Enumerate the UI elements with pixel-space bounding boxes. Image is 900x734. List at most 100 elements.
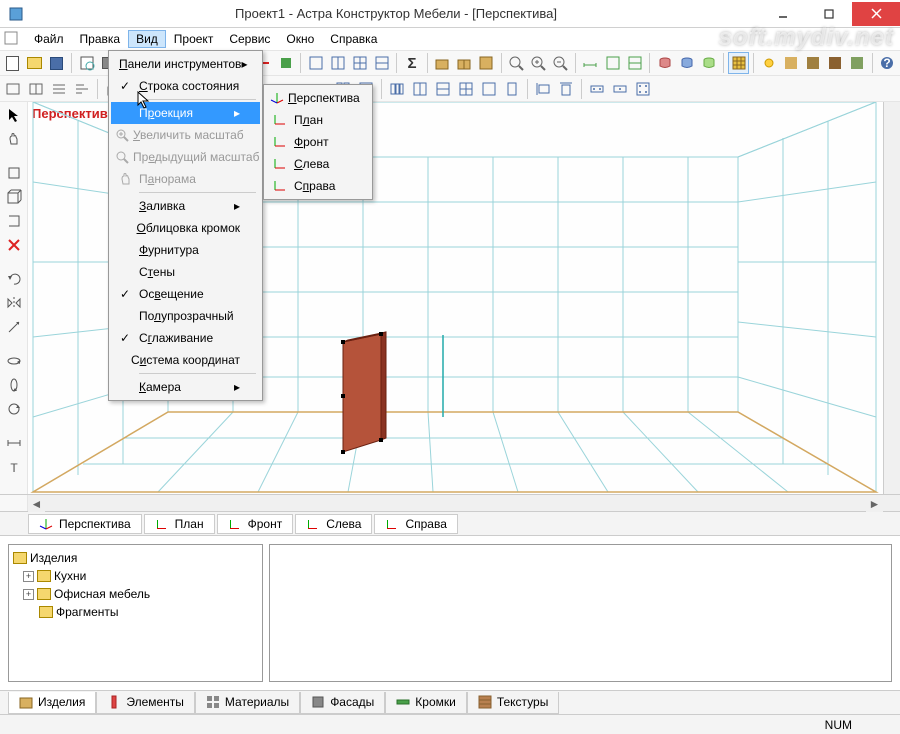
rotate-z-tool[interactable] [3, 398, 25, 420]
grid-toggle[interactable] [728, 52, 749, 74]
tab-plan[interactable]: План [144, 514, 215, 534]
dd-smoothing[interactable]: ✓Сглаживание [111, 327, 260, 349]
dim-3[interactable] [624, 52, 645, 74]
tree-panel[interactable]: Изделия + Кухни + Офисная мебель Фрагмен… [8, 544, 263, 682]
tree-node-2[interactable]: + Офисная мебель [13, 585, 258, 603]
menu-view[interactable]: Вид [128, 30, 166, 48]
mdi-icon[interactable] [4, 31, 20, 47]
hand-tool[interactable] [3, 128, 25, 150]
dd-coord[interactable]: Система координат [111, 349, 260, 371]
db-2[interactable] [676, 52, 697, 74]
dd-statusbar[interactable]: ✓Строка состояния [111, 75, 260, 97]
horizontal-scrollbar[interactable]: ◄ ► [0, 494, 900, 511]
scroll-right[interactable]: ► [866, 495, 883, 512]
tab-right[interactable]: Справа [374, 514, 457, 534]
dd-camera[interactable]: Камера▸ [111, 376, 260, 398]
align-5[interactable] [432, 78, 454, 100]
align-6[interactable] [455, 78, 477, 100]
tab-edges[interactable]: Кромки [385, 692, 467, 714]
menu-file[interactable]: Файл [26, 30, 72, 48]
sigma-button[interactable]: Σ [401, 52, 422, 74]
pkg-2[interactable] [454, 52, 475, 74]
tree-node-1[interactable]: + Кухни [13, 567, 258, 585]
sub-plan[interactable]: План [266, 109, 370, 131]
dd-prev-zoom[interactable]: Предыдущий масштаб [111, 146, 260, 168]
minimize-button[interactable] [760, 2, 806, 26]
layout-2[interactable] [327, 52, 348, 74]
dd-projection[interactable]: Проекция▸ [111, 102, 260, 124]
tb2-4[interactable] [71, 78, 93, 100]
tab-elements[interactable]: Элементы [96, 692, 195, 714]
layout-3[interactable] [349, 52, 370, 74]
print-preview-button[interactable] [76, 52, 97, 74]
dim-2[interactable] [602, 52, 623, 74]
sub-perspective[interactable]: Перспектива [266, 87, 370, 109]
tab-perspective[interactable]: Перспектива [28, 514, 142, 534]
menu-project[interactable]: Проект [166, 30, 222, 48]
align-3[interactable] [386, 78, 408, 100]
dd-lighting[interactable]: ✓Освещение [111, 283, 260, 305]
tool-b[interactable] [275, 52, 296, 74]
dd-edges[interactable]: Облицовка кромок [111, 217, 260, 239]
rotate-x-tool[interactable] [3, 350, 25, 372]
tab-materials[interactable]: Материалы [195, 692, 300, 714]
mat-4[interactable] [847, 52, 868, 74]
close-button[interactable] [852, 2, 900, 26]
sub-right[interactable]: Справа [266, 175, 370, 197]
align-13[interactable] [632, 78, 654, 100]
box-tool[interactable] [3, 186, 25, 208]
sub-left[interactable]: Слева [266, 153, 370, 175]
tb2-3[interactable] [48, 78, 70, 100]
cursor-tool[interactable] [3, 104, 25, 126]
align-9[interactable] [532, 78, 554, 100]
zoom-out-button[interactable] [550, 52, 571, 74]
scale-tool[interactable] [3, 316, 25, 338]
mirror-tool[interactable] [3, 292, 25, 314]
panel-object[interactable] [341, 332, 386, 454]
align-10[interactable] [555, 78, 577, 100]
sub-front[interactable]: Фронт [266, 131, 370, 153]
light-button[interactable] [758, 52, 779, 74]
zoom-in-button[interactable] [528, 52, 549, 74]
dd-toolbars[interactable]: Панели инструментов▸ [111, 53, 260, 75]
menu-help[interactable]: Справка [322, 30, 385, 48]
profile-tool[interactable] [3, 210, 25, 232]
pkg-3[interactable] [476, 52, 497, 74]
tab-front[interactable]: Фронт [217, 514, 294, 534]
layout-1[interactable] [305, 52, 326, 74]
tree-node-3[interactable]: Фрагменты [13, 603, 258, 621]
dd-fill[interactable]: Заливка▸ [111, 195, 260, 217]
dd-panorama[interactable]: Панорама [111, 168, 260, 190]
menu-window[interactable]: Окно [278, 30, 322, 48]
dd-hardware[interactable]: Фурнитура [111, 239, 260, 261]
mat-1[interactable] [781, 52, 802, 74]
menu-service[interactable]: Сервис [221, 30, 278, 48]
open-button[interactable] [24, 52, 45, 74]
tb2-1[interactable] [2, 78, 24, 100]
text-tool[interactable]: T [3, 456, 25, 478]
save-button[interactable] [46, 52, 67, 74]
layout-4[interactable] [371, 52, 392, 74]
expand-icon[interactable]: + [23, 589, 34, 600]
dd-zoom-in[interactable]: Увеличить масштаб [111, 124, 260, 146]
rotate-y-tool[interactable] [3, 374, 25, 396]
tree-root[interactable]: Изделия [13, 549, 258, 567]
panel-tool[interactable] [3, 162, 25, 184]
help-button[interactable]: ? [877, 52, 898, 74]
align-11[interactable] [586, 78, 608, 100]
tab-facades[interactable]: Фасады [300, 692, 385, 714]
dim-1[interactable] [580, 52, 601, 74]
db-1[interactable] [654, 52, 675, 74]
zoom-ext-button[interactable] [506, 52, 527, 74]
mat-2[interactable] [803, 52, 824, 74]
pkg-1[interactable] [431, 52, 452, 74]
expand-icon[interactable]: + [23, 571, 34, 582]
align-7[interactable] [478, 78, 500, 100]
measure-tool[interactable] [3, 432, 25, 454]
align-8[interactable] [501, 78, 523, 100]
new-file-button[interactable] [2, 52, 23, 74]
tab-textures[interactable]: Текстуры [467, 692, 560, 714]
delete-tool[interactable] [3, 234, 25, 256]
scroll-left[interactable]: ◄ [28, 495, 45, 512]
dd-walls[interactable]: Стены [111, 261, 260, 283]
